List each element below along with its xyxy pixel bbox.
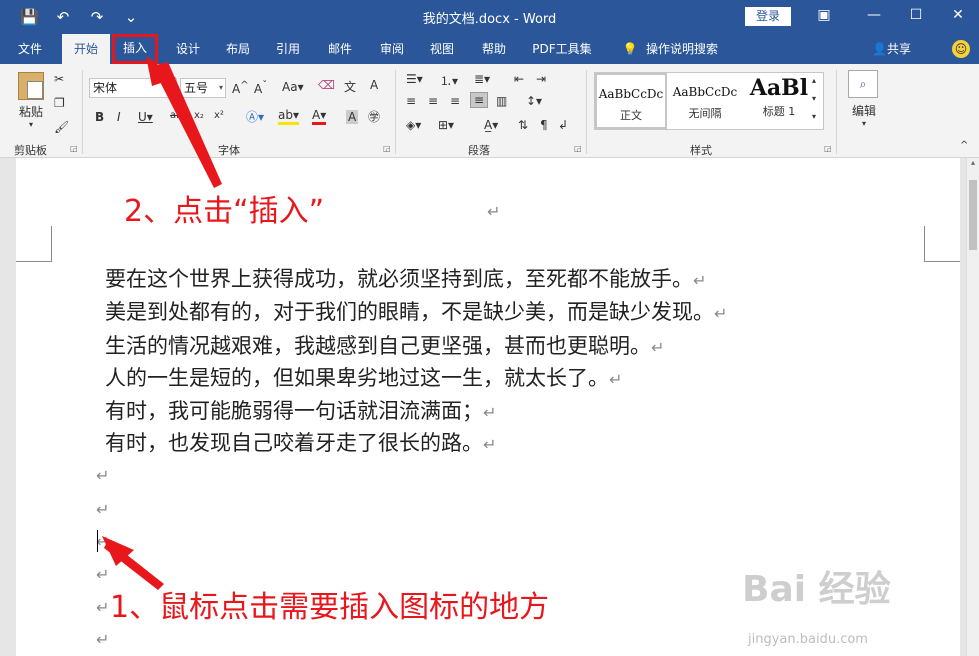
annotation-arrows: [102, 56, 222, 590]
baidu-watermark-url: jingyan.baidu.com: [748, 632, 868, 647]
annotation-step-2: 2、点击“插入”: [124, 194, 325, 229]
annotation-step-1: 1、鼠标点击需要插入图标的地方: [110, 590, 550, 625]
baidu-watermark: Bai 经验: [742, 569, 891, 610]
